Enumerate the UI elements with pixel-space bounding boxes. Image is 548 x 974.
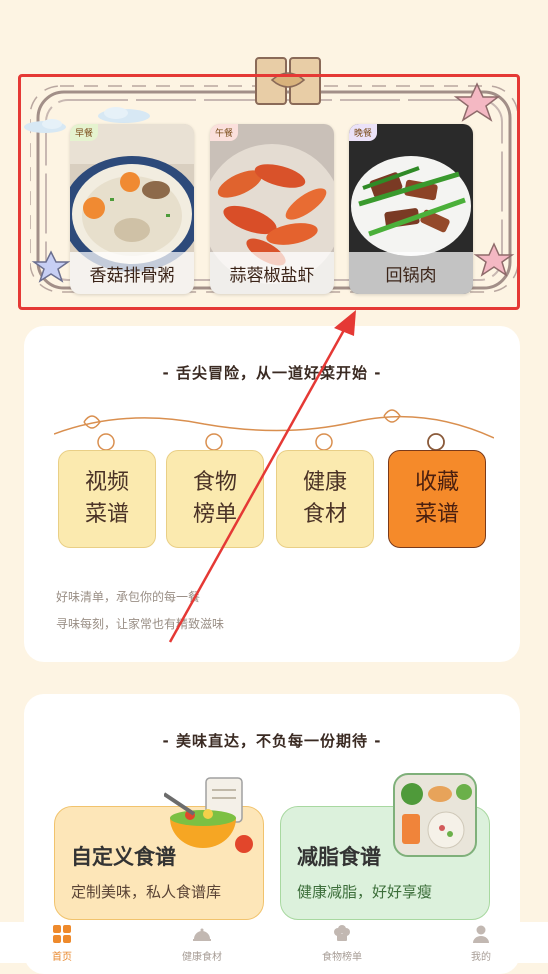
category-label: 收藏 菜谱 — [388, 450, 486, 548]
tab-label: 首页 — [52, 952, 72, 963]
category-video-recipes[interactable]: 视频 菜谱 — [58, 432, 156, 548]
tab-label: 健康食材 — [182, 952, 222, 963]
category-line1: 视频 — [84, 470, 129, 495]
section-title: - 美味直达，不负每一份期待 - — [162, 732, 382, 750]
tab-label: 我的 — [471, 952, 491, 963]
home-grid-icon — [53, 925, 71, 943]
category-line1: 收藏 — [414, 470, 459, 495]
category-favorite-recipes[interactable]: 收藏 菜谱 — [388, 432, 486, 548]
promo-title: 减脂食谱 — [297, 845, 381, 869]
annotation-arrow — [168, 310, 356, 643]
cloche-icon — [193, 928, 211, 941]
tab-label: 食物榜单 — [322, 952, 362, 963]
chef-hat-icon — [334, 925, 350, 941]
tab-home[interactable]: 首页 — [22, 924, 102, 963]
bottom-tab-bar: 首页 健康食材 食物榜单 我的 — [0, 922, 548, 963]
promo-subtitle: 健康减脂，好好享瘦 — [297, 883, 433, 901]
salad-bowl-icon — [164, 777, 253, 853]
meal-tray-icon — [393, 773, 477, 857]
tab-food-ranking[interactable]: 食物榜单 — [302, 924, 382, 963]
tab-healthy-ingredients[interactable]: 健康食材 — [162, 924, 242, 963]
tab-profile[interactable]: 我的 — [441, 924, 521, 963]
promo-title: 自定义食谱 — [71, 845, 176, 869]
category-label: 视频 菜谱 — [58, 450, 156, 548]
user-icon — [473, 925, 489, 943]
category-line2: 菜谱 — [84, 502, 129, 527]
annotation-highlight-box — [18, 74, 520, 310]
promo-subtitle: 定制美味，私人食谱库 — [71, 883, 222, 901]
category-line2: 菜谱 — [414, 502, 459, 527]
